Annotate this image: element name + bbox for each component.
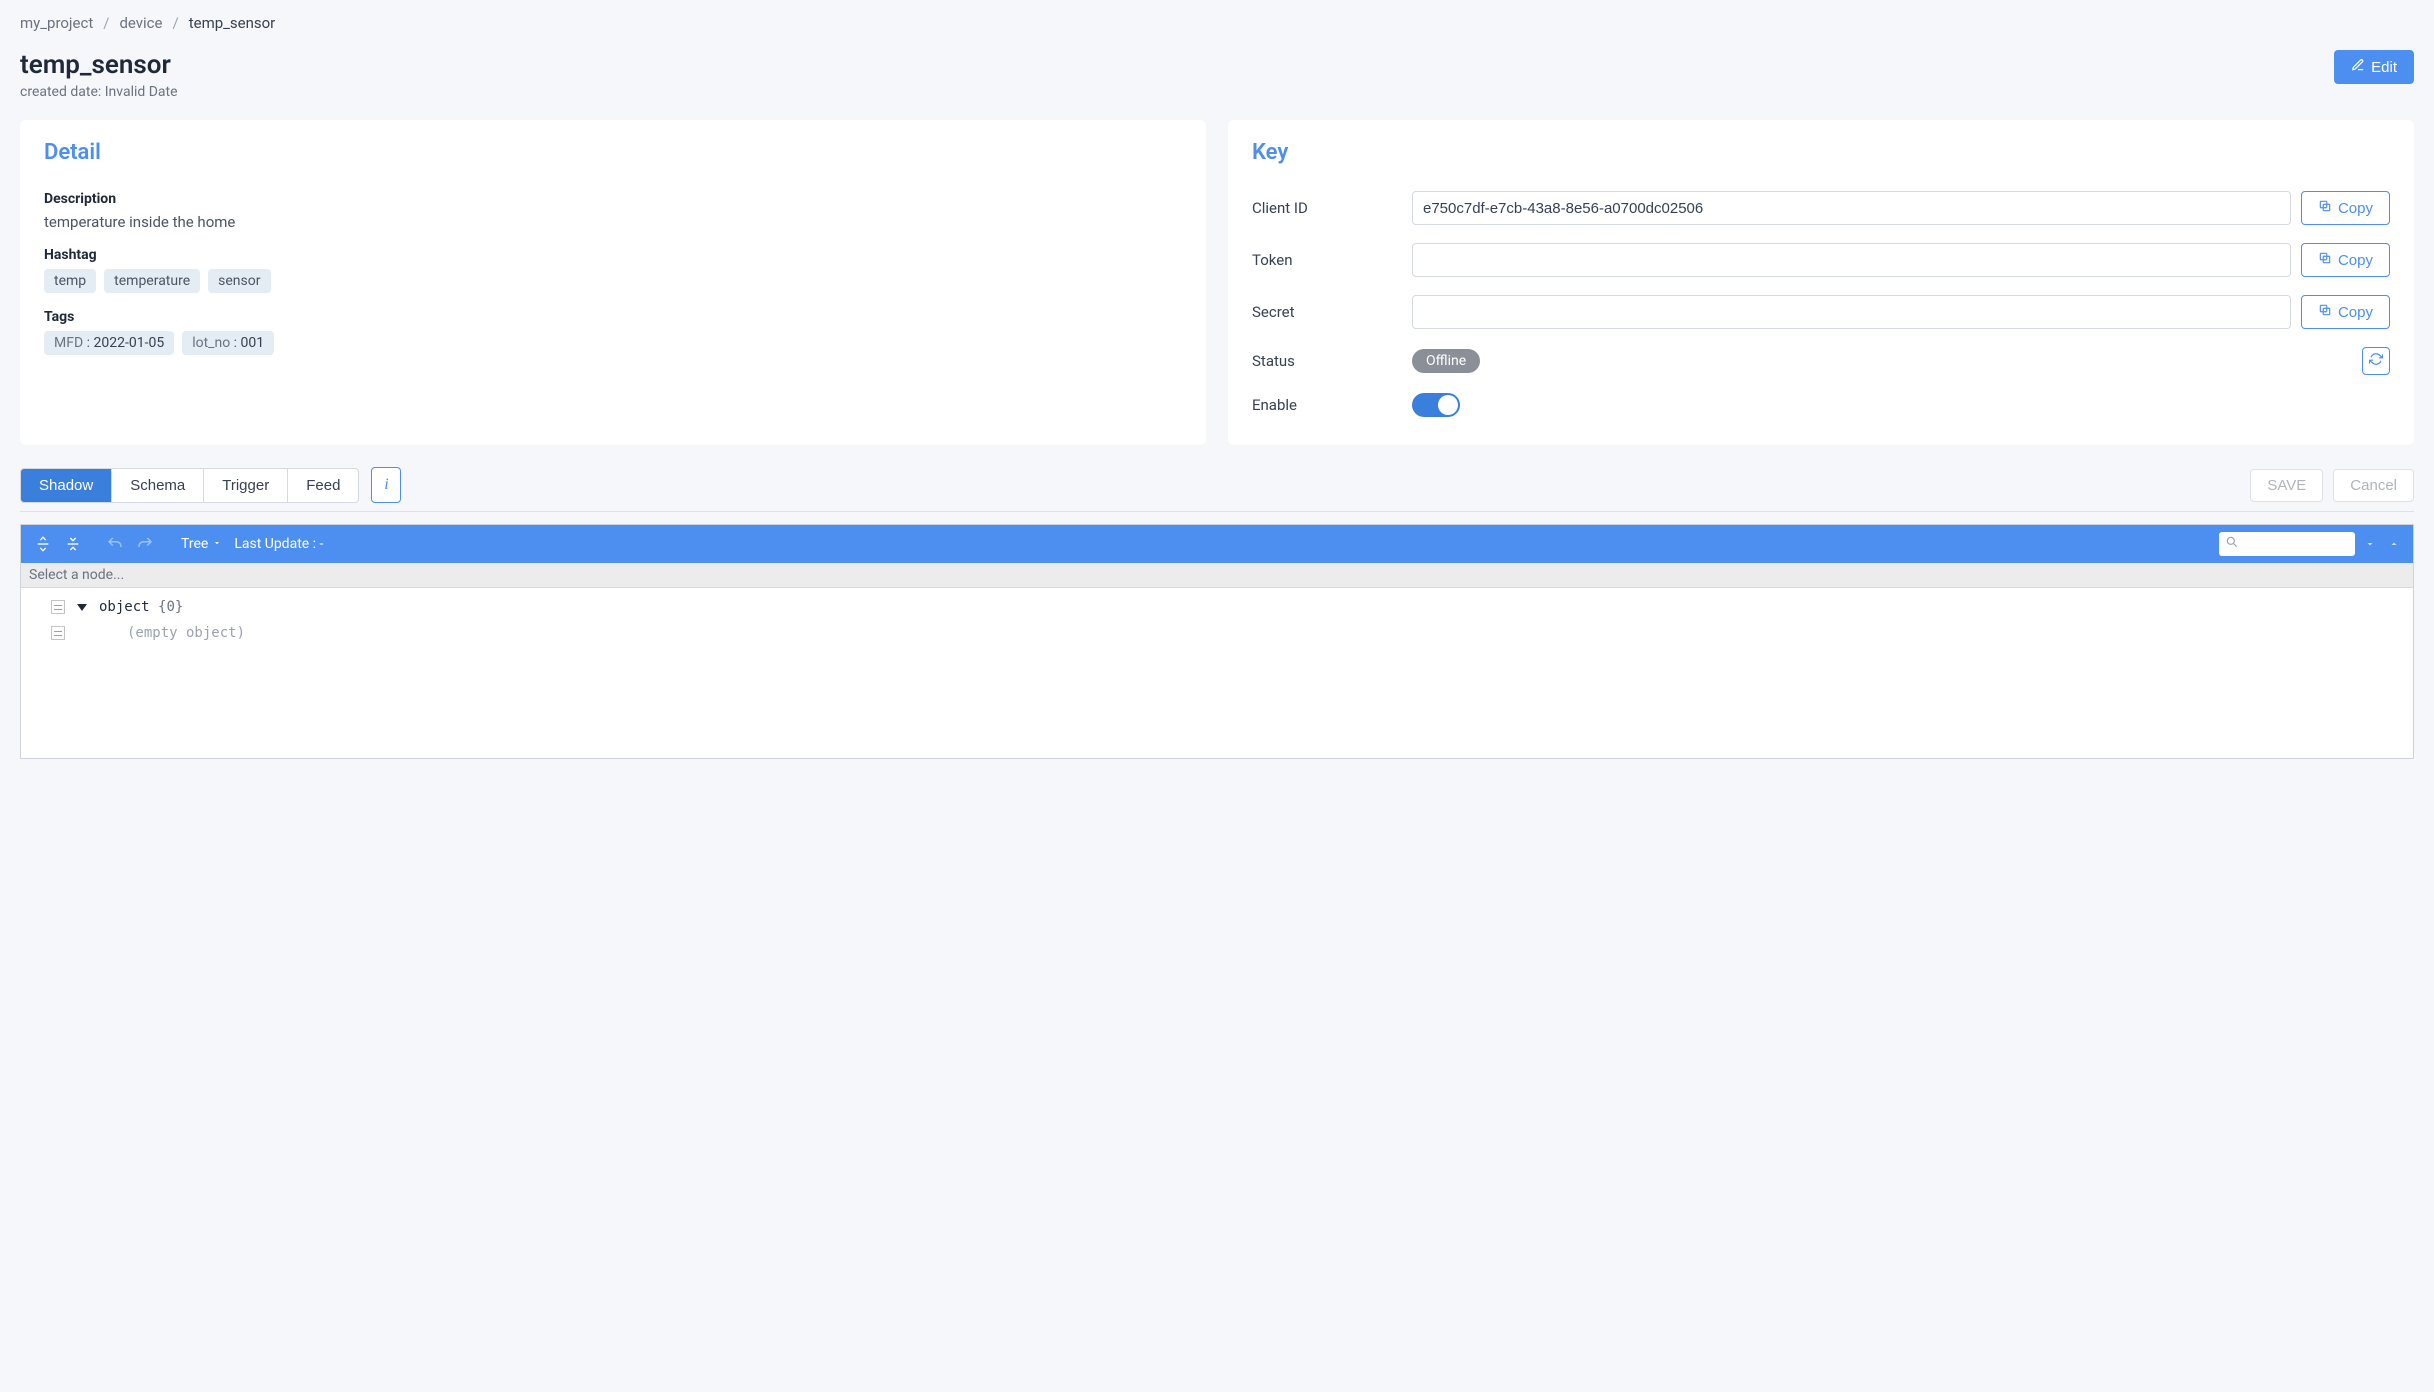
- tree-caret-icon[interactable]: [77, 604, 87, 611]
- breadcrumb-link-project[interactable]: my_project: [20, 14, 93, 32]
- tags-label: Tags: [44, 309, 1182, 325]
- edit-button-label: Edit: [2371, 59, 2397, 76]
- last-update-label: Last Update : -: [234, 536, 323, 552]
- editor-search-input[interactable]: [2239, 537, 2349, 552]
- detail-heading: Detail: [44, 140, 1182, 165]
- hashtag-label: Hashtag: [44, 247, 1182, 263]
- breadcrumb-separator: /: [103, 14, 109, 32]
- created-date: created date: Invalid Date: [20, 84, 178, 100]
- breadcrumb-link-device[interactable]: device: [119, 14, 162, 32]
- expand-all-button[interactable]: [31, 532, 55, 556]
- description-label: Description: [44, 191, 1182, 207]
- breadcrumb-separator: /: [173, 14, 179, 32]
- tree-root-label: object: [99, 599, 150, 615]
- enable-toggle[interactable]: [1412, 393, 1460, 417]
- breadcrumb-current: temp_sensor: [189, 14, 276, 32]
- token-label: Token: [1252, 251, 1412, 269]
- copy-client-id-button[interactable]: Copy: [2301, 191, 2390, 225]
- edit-button[interactable]: Edit: [2334, 50, 2414, 84]
- enable-label: Enable: [1252, 396, 1412, 414]
- tab-shadow[interactable]: Shadow: [21, 469, 112, 502]
- copy-token-button[interactable]: Copy: [2301, 243, 2390, 277]
- detail-card: Detail Description temperature inside th…: [20, 120, 1206, 445]
- redo-button[interactable]: [133, 532, 157, 556]
- hashtag-chip: temp: [44, 269, 96, 293]
- collapse-all-button[interactable]: [61, 532, 85, 556]
- info-button[interactable]: i: [371, 467, 401, 503]
- tab-schema[interactable]: Schema: [112, 469, 204, 502]
- editor-toolbar: Tree Last Update : -: [21, 525, 2413, 563]
- pencil-icon: [2351, 58, 2365, 76]
- tree-root-count: {0}: [158, 599, 183, 615]
- search-icon: [2225, 535, 2239, 553]
- tab-trigger[interactable]: Trigger: [204, 469, 288, 502]
- refresh-icon: [2369, 352, 2383, 370]
- status-badge: Offline: [1412, 349, 1480, 373]
- json-editor: Tree Last Update : - Select a node...: [20, 524, 2414, 759]
- search-next-button[interactable]: [2361, 532, 2379, 556]
- key-heading: Key: [1252, 140, 2390, 165]
- chevron-down-icon: [212, 536, 222, 552]
- page-title: temp_sensor: [20, 50, 178, 80]
- hashtag-chip: temperature: [104, 269, 200, 293]
- cancel-button[interactable]: Cancel: [2333, 469, 2414, 502]
- client-id-label: Client ID: [1252, 199, 1412, 217]
- copy-icon: [2318, 199, 2332, 217]
- client-id-input[interactable]: [1412, 191, 2291, 225]
- copy-icon: [2318, 251, 2332, 269]
- refresh-status-button[interactable]: [2362, 347, 2390, 375]
- editor-mode-label: Tree: [181, 536, 208, 552]
- key-card: Key Client ID Copy Token C: [1228, 120, 2414, 445]
- secret-input[interactable]: [1412, 295, 2291, 329]
- secret-label: Secret: [1252, 303, 1412, 321]
- tag-chip: MFD : 2022-01-05: [44, 331, 174, 355]
- editor-search[interactable]: [2219, 532, 2355, 556]
- status-label: Status: [1252, 352, 1412, 370]
- tree-context-icon[interactable]: [51, 600, 65, 614]
- tree-row-root[interactable]: object {0}: [21, 594, 2413, 620]
- description-value: temperature inside the home: [44, 213, 1182, 231]
- tree-context-icon[interactable]: [51, 626, 65, 640]
- hashtag-chip: sensor: [208, 269, 270, 293]
- copy-secret-button[interactable]: Copy: [2301, 295, 2390, 329]
- editor-tab-group: Shadow Schema Trigger Feed: [20, 468, 359, 503]
- tree-row-empty[interactable]: (empty object): [21, 620, 2413, 646]
- search-prev-button[interactable]: [2385, 532, 2403, 556]
- json-tree[interactable]: object {0} (empty object): [21, 588, 2413, 758]
- breadcrumb: my_project / device / temp_sensor: [20, 14, 2414, 32]
- tree-empty-label: (empty object): [99, 625, 245, 641]
- undo-button[interactable]: [103, 532, 127, 556]
- tag-chip: lot_no : 001: [182, 331, 274, 355]
- token-input[interactable]: [1412, 243, 2291, 277]
- editor-path-bar[interactable]: Select a node...: [21, 563, 2413, 588]
- save-button[interactable]: SAVE: [2250, 469, 2323, 502]
- editor-mode-dropdown[interactable]: Tree: [175, 534, 228, 554]
- copy-icon: [2318, 303, 2332, 321]
- tab-feed[interactable]: Feed: [288, 469, 358, 502]
